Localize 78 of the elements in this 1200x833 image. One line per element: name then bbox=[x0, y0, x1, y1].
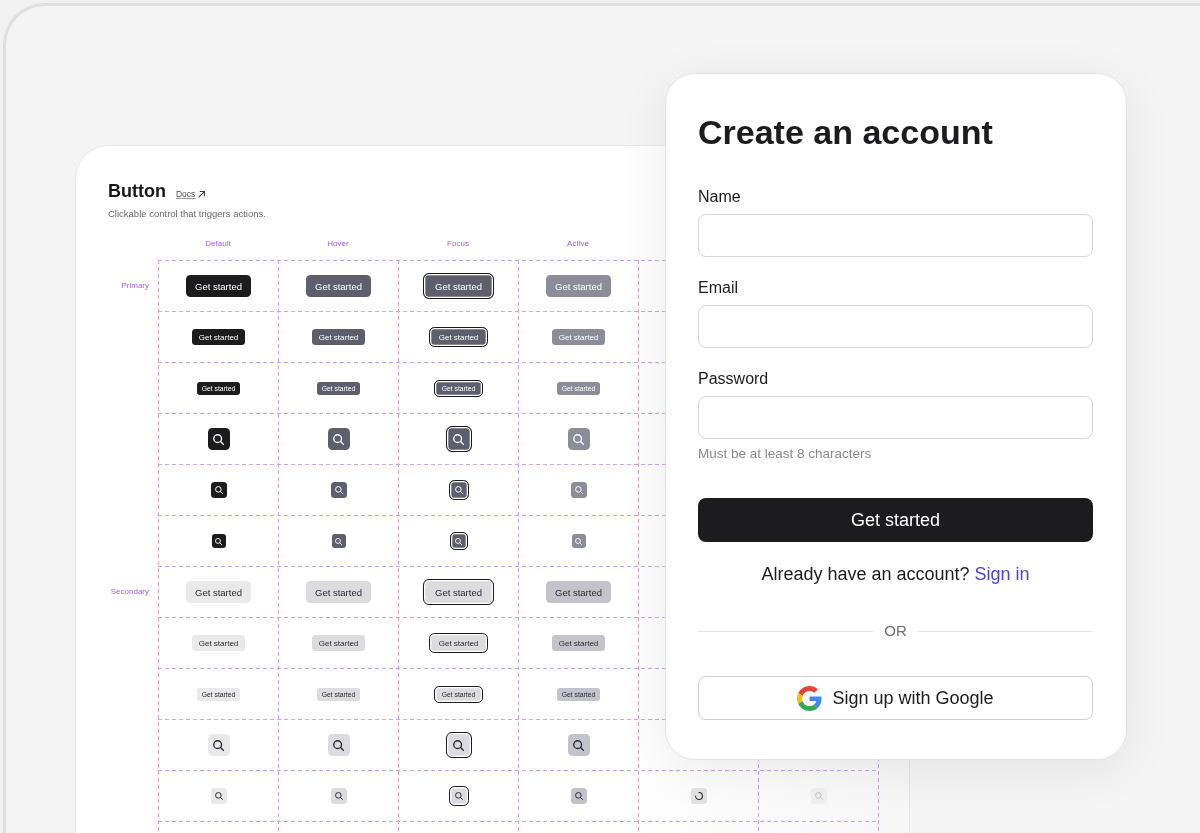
input-field[interactable] bbox=[698, 305, 1093, 348]
search-icon bbox=[453, 433, 464, 445]
search-icon bbox=[573, 433, 584, 445]
column-header: Hover bbox=[327, 238, 349, 250]
row-label: Primary bbox=[121, 279, 149, 292]
icon-button[interactable] bbox=[567, 734, 590, 756]
input-field[interactable] bbox=[698, 214, 1093, 257]
text-button[interactable]: Get started bbox=[311, 635, 366, 651]
icon-button[interactable] bbox=[570, 788, 587, 804]
arrow-up-right-icon bbox=[198, 190, 206, 198]
text-button[interactable]: Get started bbox=[191, 635, 246, 651]
spinner-icon bbox=[694, 792, 703, 800]
search-icon bbox=[453, 739, 464, 751]
icon-button[interactable] bbox=[445, 732, 472, 758]
text-button[interactable]: Get started bbox=[191, 329, 246, 345]
search-icon bbox=[575, 537, 582, 545]
icon-button[interactable] bbox=[207, 734, 230, 756]
google-logo-icon bbox=[797, 685, 823, 711]
signin-prompt: Already have an account? Sign in bbox=[760, 563, 1031, 586]
icon-button[interactable] bbox=[211, 534, 226, 548]
text-button[interactable]: Get started bbox=[311, 329, 366, 345]
search-icon bbox=[574, 486, 583, 494]
text-button[interactable]: Get started bbox=[186, 275, 251, 297]
search-icon bbox=[574, 792, 583, 800]
field-label: Email bbox=[698, 278, 738, 298]
icon-button[interactable] bbox=[448, 480, 469, 500]
search-icon bbox=[334, 792, 343, 800]
text-button[interactable]: Get started bbox=[423, 579, 494, 605]
icon-button[interactable] bbox=[207, 428, 230, 450]
sign-in-link[interactable]: Sign in bbox=[974, 564, 1030, 584]
icon-button[interactable] bbox=[445, 426, 472, 452]
input-field[interactable] bbox=[698, 396, 1093, 439]
text-button[interactable]: Get started bbox=[306, 275, 371, 297]
icon-button[interactable] bbox=[449, 532, 468, 550]
text-button[interactable]: Get started bbox=[428, 633, 489, 653]
icon-button[interactable] bbox=[330, 482, 347, 498]
text-button[interactable]: Get started bbox=[423, 273, 494, 299]
column-header: Focus bbox=[447, 238, 469, 250]
divider-label: OR bbox=[884, 621, 907, 641]
icon-button[interactable] bbox=[330, 788, 347, 804]
search-icon bbox=[214, 486, 223, 494]
icon-button[interactable] bbox=[210, 482, 227, 498]
search-icon bbox=[454, 792, 463, 800]
field-label: Password bbox=[698, 369, 769, 389]
field-label: Name bbox=[698, 187, 741, 207]
search-icon bbox=[335, 537, 342, 545]
google-signup-button[interactable]: Sign up with Google bbox=[698, 676, 1093, 720]
search-icon bbox=[814, 792, 823, 800]
search-icon bbox=[333, 433, 344, 445]
icon-button[interactable] bbox=[327, 428, 350, 450]
text-button[interactable]: Get started bbox=[186, 581, 251, 603]
search-icon bbox=[213, 433, 224, 445]
icon-button[interactable] bbox=[448, 786, 469, 806]
search-icon bbox=[333, 739, 344, 751]
text-button[interactable]: Get started bbox=[551, 635, 606, 651]
component-title: Button bbox=[108, 180, 166, 202]
search-icon bbox=[214, 792, 223, 800]
search-icon bbox=[334, 486, 343, 494]
text-button[interactable]: Get started bbox=[546, 581, 611, 603]
icon-button[interactable] bbox=[331, 534, 346, 548]
text-button[interactable]: Get started bbox=[428, 327, 489, 347]
text-button[interactable]: Get started bbox=[306, 581, 371, 603]
row-label: Secondary bbox=[110, 585, 149, 598]
submit-button[interactable]: Get started bbox=[698, 498, 1093, 542]
form-title: Create an account bbox=[698, 112, 993, 152]
column-header: Default bbox=[205, 238, 231, 250]
search-icon bbox=[213, 739, 224, 751]
docs-link[interactable]: Docs bbox=[176, 189, 206, 199]
search-icon bbox=[573, 739, 584, 751]
icon-button[interactable] bbox=[210, 788, 227, 804]
component-description: Clickable control that triggers actions. bbox=[108, 208, 266, 220]
search-icon bbox=[455, 537, 462, 545]
search-icon bbox=[454, 486, 463, 494]
column-header: Active bbox=[567, 238, 589, 250]
search-icon bbox=[215, 537, 222, 545]
loading-button[interactable] bbox=[690, 788, 707, 804]
icon-button[interactable] bbox=[327, 734, 350, 756]
field-hint: Must be at least 8 characters bbox=[698, 445, 872, 463]
